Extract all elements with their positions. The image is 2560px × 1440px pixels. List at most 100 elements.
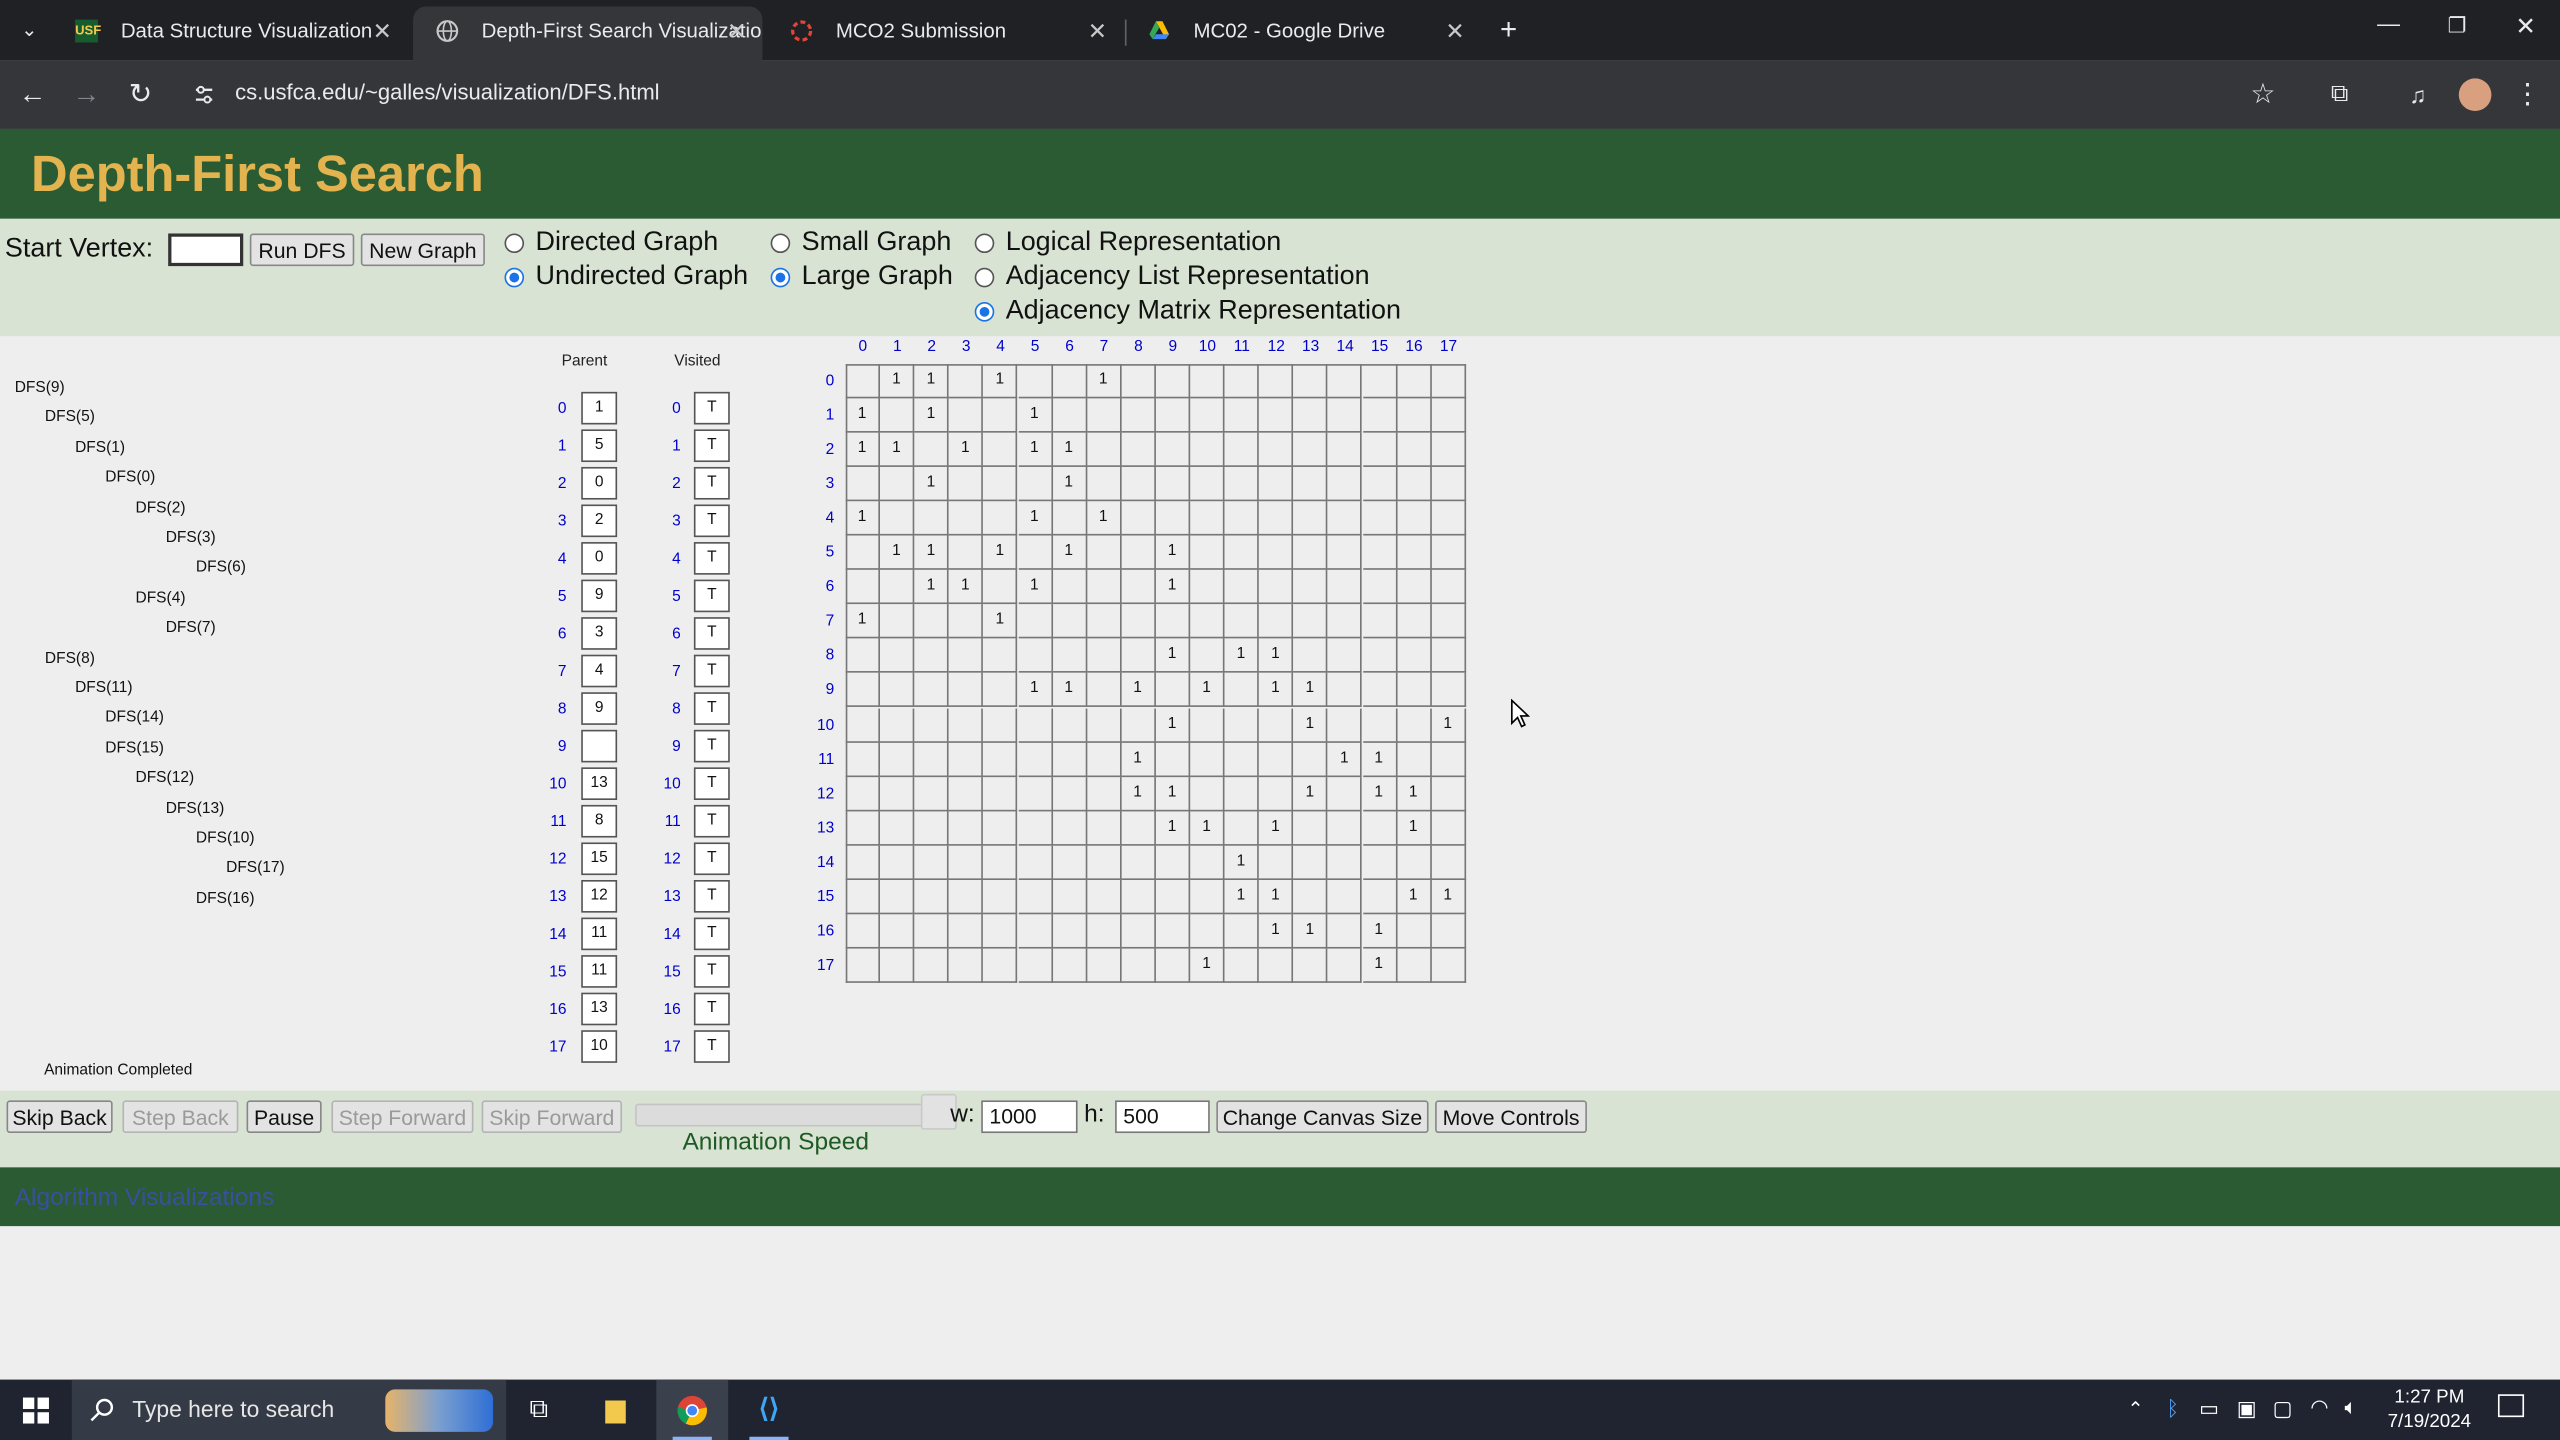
tab-mco2-submission[interactable]: MCO2 Submission ✕ (767, 7, 1123, 61)
matrix-cell (1293, 845, 1328, 880)
matrix-cell (949, 948, 984, 983)
media-controls-icon[interactable]: ♫ (2398, 75, 2437, 114)
parent-cell: 11 (581, 917, 618, 951)
tab-mc02-google-drive[interactable]: MC02 - Google Drive ✕ (1125, 7, 1481, 61)
tab-depth-first-search[interactable]: Depth-First Search Visualization ✕ (413, 6, 763, 61)
animation-speed-slider-track[interactable] (635, 1103, 926, 1127)
canvas-width-input[interactable]: 1000 (981, 1100, 1078, 1134)
parent-index: 8 (557, 700, 567, 719)
canvas-height-input[interactable]: 500 (1115, 1100, 1210, 1134)
matrix-cell (1052, 639, 1087, 674)
new-graph-button[interactable]: New Graph (360, 233, 485, 267)
taskbar-search-box[interactable]: Type here to search (71, 1379, 507, 1440)
matrix-cell: 1 (914, 570, 949, 605)
matrix-cell: 1 (1155, 570, 1191, 605)
menu-icon[interactable]: ⋮ (2508, 75, 2547, 114)
url-text[interactable]: cs.usfca.edu/~galles/visualization/DFS.h… (235, 80, 659, 104)
matrix-cell (1396, 639, 1432, 674)
matrix-cell (1224, 570, 1259, 605)
parent-cell: 12 (581, 879, 618, 913)
site-info-icon[interactable] (193, 83, 216, 106)
undirected-graph-radio[interactable] (504, 267, 525, 288)
taskbar-clock[interactable]: 1:27 PM 7/19/2024 (2364, 1386, 2495, 1435)
parent-index: 3 (557, 512, 567, 531)
task-view-icon[interactable]: ⧉ (503, 1380, 575, 1440)
matrix-cell (1362, 501, 1397, 536)
large-graph-radio[interactable] (770, 267, 791, 288)
bluetooth-icon[interactable]: ᛒ (2167, 1396, 2180, 1420)
close-tab-icon[interactable]: ✕ (1445, 7, 1464, 56)
move-controls-button[interactable]: Move Controls (1435, 1100, 1587, 1134)
bookmark-star-icon[interactable]: ☆ (2243, 75, 2282, 114)
matrix-cell: 1 (845, 398, 880, 433)
matrix-cell (1086, 639, 1122, 674)
matrix-cell (1017, 948, 1053, 983)
back-icon[interactable]: ← (13, 75, 52, 114)
start-vertex-input[interactable] (168, 233, 244, 267)
omnibox[interactable]: cs.usfca.edu/~galles/visualization/DFS.h… (176, 70, 2298, 119)
step-back-button[interactable]: Step Back (122, 1100, 239, 1134)
matrix-cell (1190, 501, 1225, 536)
file-explorer-icon[interactable]: ▆ (580, 1380, 652, 1440)
matrix-cell (1017, 467, 1053, 502)
directed-graph-radio[interactable] (504, 233, 525, 254)
matrix-cell (1327, 879, 1363, 914)
display-icon[interactable]: ▢ (2273, 1396, 2293, 1422)
close-tab-icon[interactable]: ✕ (373, 7, 392, 56)
matrix-column-header: 0 (858, 337, 868, 356)
algorithm-visualizations-link[interactable]: Algorithm Visualizations (15, 1184, 275, 1212)
close-tab-icon[interactable]: ✕ (1088, 7, 1107, 56)
change-canvas-size-button[interactable]: Change Canvas Size (1216, 1100, 1429, 1134)
matrix-cell (1121, 639, 1156, 674)
visualization-canvas: DFS(9) DFS(5) DFS(1) DFS(0) DFS(2) DFS(3) DFS(… (0, 336, 2560, 1091)
step-forward-button[interactable]: Step Forward (331, 1100, 474, 1134)
tab-search-icon[interactable]: ⌄ (13, 13, 46, 46)
matrix-cell (1155, 364, 1191, 399)
volume-icon[interactable]: 🔈︎ (2344, 1394, 2357, 1420)
adjacency-matrix-radio[interactable] (974, 302, 995, 322)
matrix-cell (1086, 913, 1122, 949)
matrix-cell (1155, 673, 1191, 708)
matrix-cell (1086, 432, 1122, 468)
matrix-column-header: 11 (1233, 337, 1250, 356)
matrix-cell (1190, 776, 1225, 811)
matrix-cell (845, 570, 880, 605)
tab-data-structure-visualization[interactable]: USF Data Structure Visualization ✕ (52, 7, 408, 61)
reload-icon[interactable]: ↻ (121, 75, 160, 114)
matrix-cell: 1 (845, 432, 880, 468)
vscode-icon[interactable]: ⟨⟩ (733, 1380, 805, 1440)
chrome-icon[interactable] (656, 1379, 729, 1440)
extensions-icon[interactable]: ⧉ (2320, 75, 2359, 114)
matrix-cell (1396, 432, 1432, 468)
close-tab-icon[interactable]: ✕ (727, 7, 746, 56)
matrix-cell (1121, 501, 1156, 536)
show-hidden-icons[interactable]: ⌃ (2127, 1398, 2143, 1421)
new-tab-icon[interactable]: + (1492, 13, 1525, 46)
matrix-cell: 1 (1362, 742, 1397, 777)
adjacency-list-radio[interactable] (974, 267, 995, 288)
small-graph-radio[interactable] (770, 233, 791, 254)
matrix-cell (1017, 913, 1053, 949)
windows-start-icon[interactable] (22, 1397, 49, 1424)
notifications-icon[interactable] (2497, 1394, 2525, 1418)
meet-now-icon[interactable]: ▣ (2237, 1396, 2257, 1422)
pause-button[interactable]: Pause (246, 1100, 322, 1134)
matrix-cell (1259, 364, 1294, 399)
matrix-cell: 1 (914, 467, 949, 502)
run-dfs-button[interactable]: Run DFS (249, 233, 355, 267)
dfs-call-label: DFS(11) (75, 679, 133, 698)
skip-forward-button[interactable]: Skip Forward (481, 1100, 623, 1134)
close-window-icon[interactable]: ✕ (2508, 11, 2544, 47)
dfs-call-label: DFS(5) (44, 408, 95, 427)
skip-back-button[interactable]: Skip Back (6, 1100, 113, 1134)
restore-icon[interactable]: ❐ (2439, 13, 2475, 49)
battery-icon[interactable]: ▭ (2199, 1396, 2219, 1422)
profile-avatar[interactable] (2458, 78, 2492, 112)
matrix-cell (1190, 742, 1225, 777)
forward-icon[interactable]: → (67, 75, 106, 114)
logical-representation-radio[interactable] (974, 233, 995, 254)
matrix-cell (1017, 639, 1053, 674)
minimize-icon[interactable]: — (2371, 10, 2407, 46)
wifi-icon[interactable]: ◠ (2310, 1394, 2329, 1420)
matrix-cell (1293, 432, 1328, 468)
